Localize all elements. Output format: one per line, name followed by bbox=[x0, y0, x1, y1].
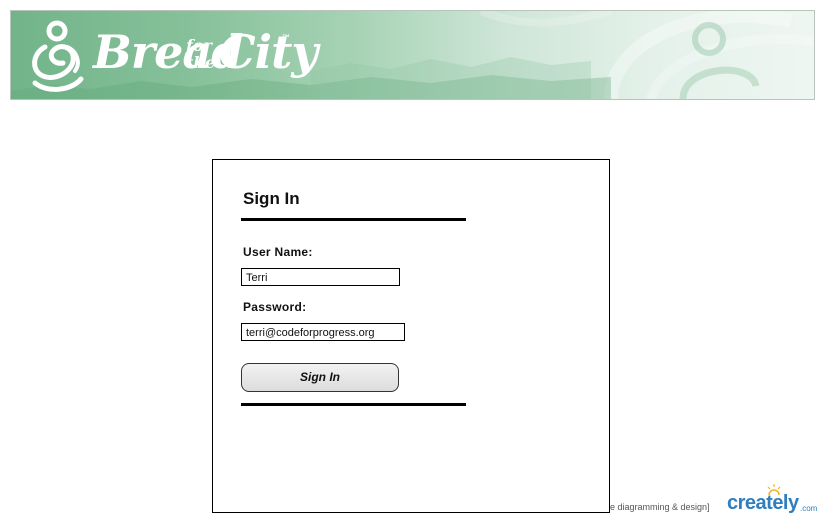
sign-in-panel: Sign In User Name: Terri Password: terri… bbox=[212, 159, 610, 513]
logo-word-the: the bbox=[186, 53, 216, 72]
sign-in-title: Sign In bbox=[243, 189, 300, 208]
sign-in-button[interactable]: Sign In bbox=[241, 363, 399, 392]
logo-wordmark-city: City bbox=[219, 25, 318, 79]
password-field[interactable]: terri@codeforprogress.org bbox=[241, 323, 405, 341]
username-field[interactable]: Terri bbox=[241, 268, 400, 286]
creately-domain: .com bbox=[800, 504, 818, 513]
creately-tagline: e diagramming & design] bbox=[610, 502, 710, 512]
title-divider bbox=[241, 218, 466, 221]
bread-for-the-city-logo-icon bbox=[32, 20, 84, 92]
logo-wordmark-for-the: for the bbox=[186, 37, 216, 71]
header-banner: Bread for the City ™ bbox=[10, 10, 815, 100]
logo-trademark: ™ bbox=[282, 33, 290, 42]
creately-watermark: e diagramming & design] creately .com bbox=[610, 484, 820, 518]
creately-logo: creately bbox=[727, 492, 799, 514]
logo-word-for: for bbox=[186, 36, 212, 55]
username-label: User Name: bbox=[243, 245, 313, 259]
password-label: Password: bbox=[243, 300, 307, 314]
bottom-divider bbox=[241, 403, 466, 406]
